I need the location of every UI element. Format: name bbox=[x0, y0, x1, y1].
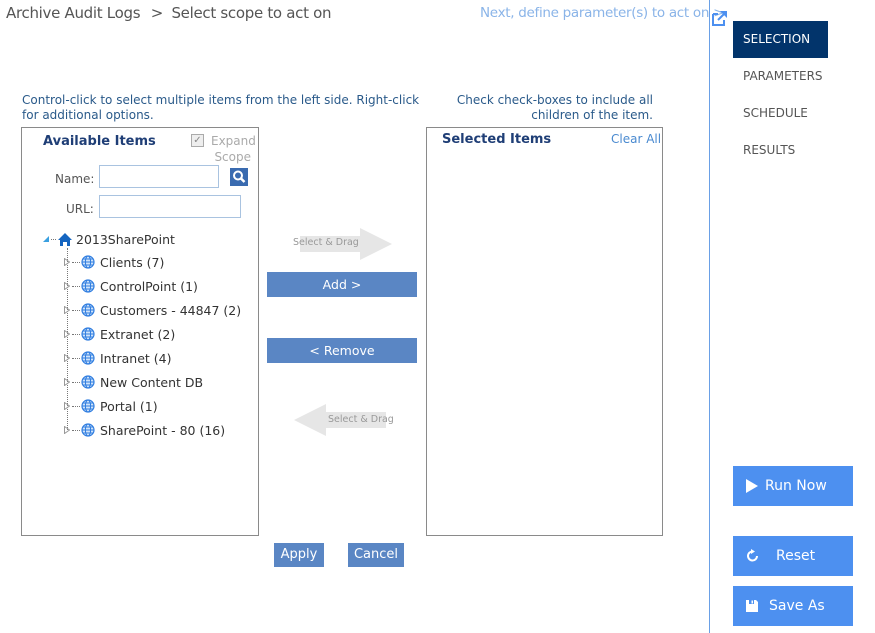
drag-hint-right: Select & Drag bbox=[290, 228, 394, 260]
reset-button[interactable]: Reset bbox=[733, 536, 853, 576]
left-hint: Control-click to select multiple items f… bbox=[22, 93, 420, 122]
tree-item[interactable]: Portal (1) bbox=[64, 396, 158, 416]
tree-connector bbox=[72, 285, 80, 287]
nav-parameters[interactable]: PARAMETERS bbox=[733, 58, 828, 95]
tree-root-label: 2013SharePoint bbox=[76, 231, 175, 247]
tree-item-label: Portal (1) bbox=[100, 398, 158, 414]
tree-item-label: New Content DB bbox=[100, 374, 204, 390]
tree-item[interactable]: Customers - 44847 (2) bbox=[64, 300, 241, 320]
clear-all-link[interactable]: Clear All bbox=[611, 132, 661, 146]
globe-icon bbox=[81, 351, 95, 365]
tree-item-label: ControlPoint (1) bbox=[100, 278, 198, 294]
tree-connector bbox=[72, 333, 80, 335]
tree-item-label: Customers - 44847 (2) bbox=[100, 302, 242, 318]
tree-item-label: Intranet (4) bbox=[100, 350, 172, 366]
tree-item[interactable]: ControlPoint (1) bbox=[64, 276, 198, 296]
search-button[interactable] bbox=[230, 168, 248, 186]
drag-hint-text: Select & Drag bbox=[293, 237, 359, 248]
tree-item[interactable]: New Content DB bbox=[64, 372, 203, 392]
expand-icon[interactable] bbox=[64, 426, 70, 434]
nav-schedule[interactable]: SCHEDULE bbox=[733, 95, 828, 132]
tree-connector bbox=[72, 405, 80, 407]
breadcrumb-separator: > bbox=[150, 4, 164, 22]
nav-results[interactable]: RESULTS bbox=[733, 132, 828, 169]
save-as-button[interactable]: Save As bbox=[733, 586, 853, 626]
expand-icon[interactable] bbox=[64, 402, 70, 410]
globe-icon bbox=[81, 303, 95, 317]
tree-item-label: Extranet (2) bbox=[100, 326, 176, 342]
tree-item[interactable]: Clients (7) bbox=[64, 252, 164, 272]
tree-item[interactable]: SharePoint - 80 (16) bbox=[64, 420, 225, 440]
tree-connector bbox=[72, 309, 80, 311]
refresh-icon bbox=[747, 549, 758, 562]
tree-root[interactable]: 2013SharePoint bbox=[42, 229, 175, 249]
tree-connector bbox=[72, 429, 80, 431]
drag-hint-text: Select & Drag bbox=[328, 414, 394, 425]
search-icon bbox=[233, 170, 246, 183]
expand-icon[interactable] bbox=[64, 258, 70, 266]
globe-icon bbox=[81, 327, 95, 341]
tree-item[interactable]: Extranet (2) bbox=[64, 324, 175, 344]
globe-icon bbox=[81, 255, 95, 269]
expand-scope-label: Expand Scope bbox=[211, 134, 256, 164]
name-label: Name: bbox=[55, 172, 95, 186]
name-input[interactable] bbox=[99, 165, 219, 188]
nav-selection[interactable]: SELECTION bbox=[733, 21, 828, 58]
reset-label: Reset bbox=[776, 548, 816, 564]
next-step-link[interactable]: Next, define parameter(s) to act on > bbox=[480, 5, 724, 21]
divider bbox=[709, 0, 710, 633]
save-as-label: Save As bbox=[769, 598, 825, 614]
url-label: URL: bbox=[66, 202, 94, 216]
right-hint: Check check-boxes to include all childre… bbox=[456, 93, 653, 122]
home-icon bbox=[58, 232, 72, 246]
expand-scope-checkbox[interactable]: ✓ bbox=[191, 134, 204, 147]
expand-icon[interactable] bbox=[64, 306, 70, 314]
title-text: Archive Audit Logs bbox=[6, 4, 141, 22]
add-button[interactable]: Add > bbox=[267, 272, 417, 297]
expand-icon[interactable] bbox=[64, 378, 70, 386]
save-icon bbox=[746, 600, 758, 612]
globe-icon bbox=[81, 375, 95, 389]
apply-button[interactable]: Apply bbox=[274, 543, 324, 567]
tree-item-label: Clients (7) bbox=[100, 254, 165, 270]
play-icon bbox=[746, 479, 758, 493]
expand-icon[interactable] bbox=[64, 354, 70, 362]
url-input[interactable] bbox=[99, 195, 241, 218]
available-items-title: Available Items bbox=[43, 134, 156, 149]
popout-icon[interactable] bbox=[712, 10, 728, 26]
globe-icon bbox=[81, 423, 95, 437]
globe-icon bbox=[81, 399, 95, 413]
selected-items-title: Selected Items bbox=[442, 132, 552, 147]
run-now-button[interactable]: Run Now bbox=[733, 466, 853, 506]
tree-item[interactable]: Intranet (4) bbox=[64, 348, 172, 368]
expand-icon[interactable] bbox=[64, 330, 70, 338]
selected-items-panel bbox=[426, 127, 663, 536]
expand-icon[interactable] bbox=[64, 282, 70, 290]
remove-button[interactable]: < Remove bbox=[267, 338, 417, 363]
tree-connector bbox=[72, 261, 80, 263]
tree-item-label: SharePoint - 80 (16) bbox=[100, 422, 226, 438]
subtitle-text: Select scope to act on bbox=[171, 4, 332, 22]
run-now-label: Run Now bbox=[765, 478, 827, 494]
collapse-icon[interactable] bbox=[42, 235, 50, 243]
drag-hint-left: Select & Drag bbox=[292, 404, 396, 436]
cancel-button[interactable]: Cancel bbox=[348, 543, 404, 567]
tree-connector bbox=[72, 381, 80, 383]
page-title: Archive Audit Logs > Select scope to act… bbox=[6, 4, 332, 22]
tree-connector bbox=[72, 357, 80, 359]
globe-icon bbox=[81, 279, 95, 293]
